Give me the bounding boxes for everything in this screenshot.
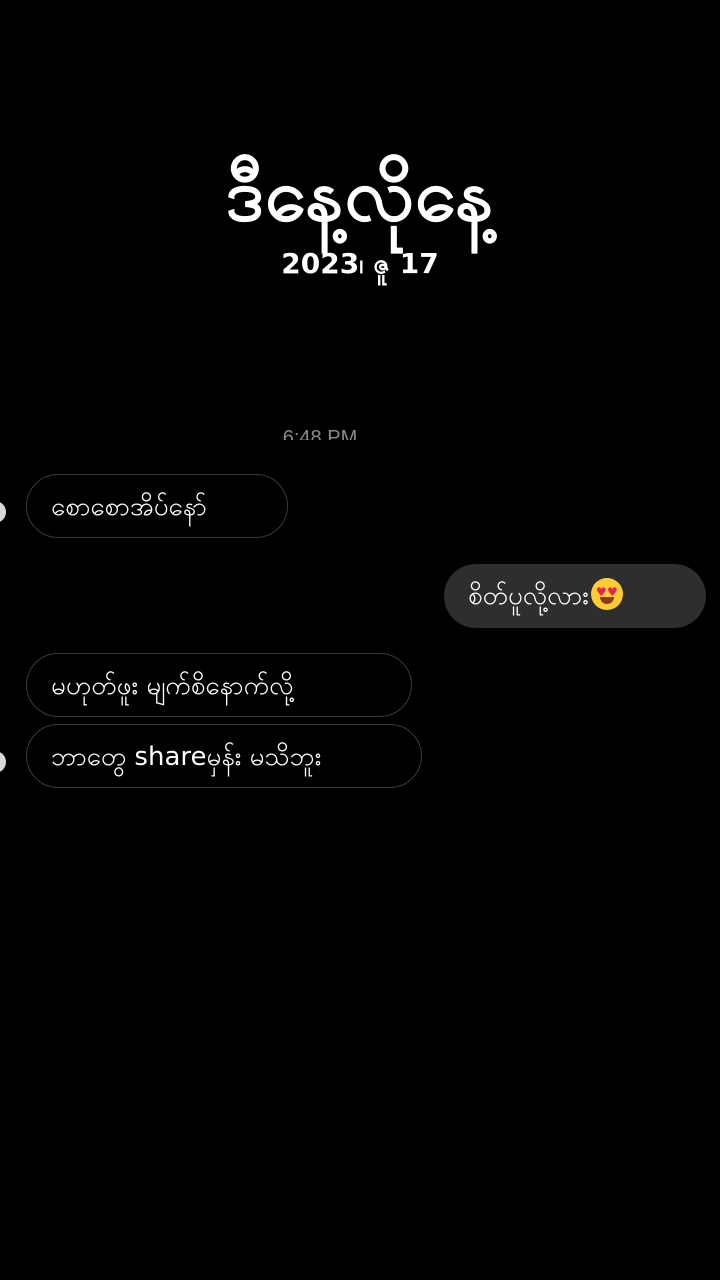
avatar[interactable]: [0, 751, 6, 773]
message-text: စိတ်ပူလို့လား: [468, 581, 589, 611]
sent-message-bubble[interactable]: စိတ်ပူလို့လား ♥ ♥: [444, 564, 706, 628]
received-message-bubble[interactable]: မဟုတ်ဖူး မျက်စိနောက်လို့: [26, 653, 412, 717]
message-text: စောစောအိပ်နော်: [51, 492, 207, 522]
received-message-bubble[interactable]: ဘာတွေ shareမှန်း မသိဘူး: [26, 724, 422, 788]
memory-date: 2023၊ ဇူ 17: [281, 247, 439, 280]
chat-timestamp: 6:48 PM: [282, 427, 358, 440]
message-text: ဘာတွေ shareမှန်း မသိဘူး: [51, 742, 322, 772]
message-text: မဟုတ်ဖူး မျက်စိနောက်လို့: [51, 671, 294, 701]
received-message-bubble[interactable]: စောစောအိပ်နော်: [26, 474, 288, 538]
memory-title: ဒီနေ့လိုနေ့: [225, 152, 495, 238]
avatar[interactable]: [0, 501, 6, 523]
heart-eyes-emoji-icon: ♥ ♥: [590, 578, 623, 610]
